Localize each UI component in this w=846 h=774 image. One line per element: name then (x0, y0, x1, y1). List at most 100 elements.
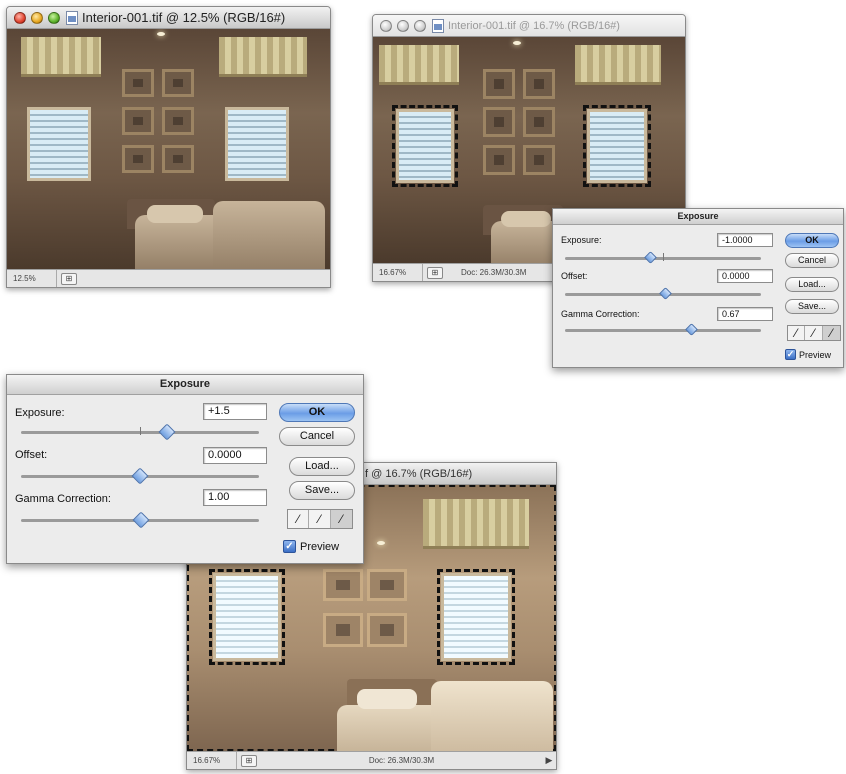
picture-frame (523, 107, 555, 137)
cancel-button[interactable]: Cancel (785, 253, 839, 268)
window-controls (380, 19, 426, 32)
dialog-title: Exposure (553, 209, 843, 225)
close-button-icon[interactable] (14, 11, 26, 24)
window-blind (379, 45, 459, 85)
close-button-icon[interactable] (380, 19, 392, 32)
pillow (501, 211, 551, 227)
zoom-button-icon[interactable] (48, 11, 60, 24)
exposure-field[interactable]: +1.5 (203, 403, 267, 420)
picture-frame (367, 613, 407, 647)
offset-label: Offset: (561, 271, 588, 281)
picture-frame (483, 69, 515, 99)
window-title: Interior-001.tif @ 12.5% (RGB/16#) (82, 10, 286, 25)
titlebar[interactable]: Interior-001.tif @ 16.7% (RGB/16#) (373, 15, 685, 37)
status-menu-icon[interactable]: ⊞ (61, 272, 77, 285)
zoom-level[interactable]: 12.5% (7, 270, 57, 287)
gamma-field[interactable]: 1.00 (203, 489, 267, 506)
minimize-button-icon[interactable] (397, 19, 409, 32)
status-bar: 16.67% ⊞ Doc: 26.3M/30.3M ▶ (187, 751, 556, 769)
room-window-left (27, 107, 91, 181)
document-proxy-icon[interactable] (432, 18, 444, 33)
gamma-label: Gamma Correction: (561, 309, 640, 319)
picture-frame (323, 613, 363, 647)
document-window-small[interactable]: Interior-001.tif @ 12.5% (RGB/16#) 12.5%… (6, 6, 331, 288)
window-blind (21, 37, 101, 77)
titlebar[interactable]: Interior-001.tif @ 12.5% (RGB/16#) (7, 7, 330, 29)
window-blind (423, 499, 529, 549)
exposure-label: Exposure: (15, 407, 65, 419)
preview-checkbox[interactable]: ✓ (785, 349, 796, 360)
exposure-dialog-left[interactable]: Exposure Exposure: +1.5 Offset: 0.0000 G… (6, 374, 364, 564)
window-controls (14, 11, 60, 24)
picture-frame (523, 145, 555, 175)
picture-frame (367, 569, 407, 601)
bed-left (135, 215, 225, 269)
picture-frame (122, 69, 154, 97)
ceiling-light (513, 41, 521, 45)
document-proxy-icon[interactable] (66, 10, 78, 25)
eyedropper-gray-icon[interactable]: ⁄ (309, 510, 331, 528)
picture-frame (323, 569, 363, 601)
selected-window-right (583, 105, 651, 187)
offset-slider-thumb[interactable] (131, 467, 149, 485)
preview-label: Preview (300, 541, 340, 553)
picture-frame (523, 69, 555, 99)
dialog-title: Exposure (7, 375, 363, 395)
picture-frame (483, 145, 515, 175)
eyedropper-white-icon[interactable]: ⁄ (822, 326, 840, 340)
offset-label: Offset: (15, 449, 48, 461)
ok-button[interactable]: OK (785, 233, 839, 248)
document-canvas[interactable] (7, 29, 330, 269)
status-menu-icon[interactable]: ⊞ (427, 266, 443, 279)
selected-window-left (392, 105, 458, 187)
exposure-slider-thumb[interactable] (158, 423, 176, 441)
save-button[interactable]: Save... (785, 299, 839, 314)
status-menu-icon[interactable]: ⊞ (241, 754, 257, 767)
gamma-slider-thumb[interactable] (132, 511, 150, 529)
load-button[interactable]: Load... (785, 277, 839, 292)
eyedropper-gray-icon[interactable]: ⁄ (805, 326, 823, 340)
window-title: Interior-001.tif @ 16.7% (RGB/16#) (448, 19, 620, 32)
gamma-slider-track[interactable] (565, 329, 761, 332)
picture-frame (162, 145, 194, 173)
status-bar: 12.5% ⊞ (7, 269, 330, 287)
exposure-slider-center-tick (140, 427, 141, 435)
eyedropper-black-icon[interactable]: ⁄ (288, 510, 310, 528)
picture-frame (162, 107, 194, 135)
ok-button[interactable]: OK (279, 403, 355, 422)
minimize-button-icon[interactable] (31, 11, 43, 24)
load-button[interactable]: Load... (289, 457, 355, 476)
cancel-button[interactable]: Cancel (279, 427, 355, 446)
document-size-info: Doc: 26.3M/30.3M (368, 756, 435, 765)
window-title: f @ 16.7% (RGB/16#) (365, 467, 473, 480)
exposure-slider-thumb[interactable] (644, 251, 657, 264)
status-popup-arrow-icon[interactable]: ▶ (542, 755, 556, 766)
save-button[interactable]: Save... (289, 481, 355, 500)
offset-field[interactable]: 0.0000 (203, 447, 267, 464)
gamma-label: Gamma Correction: (15, 493, 111, 505)
picture-frame (483, 107, 515, 137)
exposure-slider-center-tick (663, 253, 664, 261)
eyedropper-group: ⁄ ⁄ ⁄ (787, 325, 841, 341)
eyedropper-white-icon[interactable]: ⁄ (330, 510, 352, 528)
zoom-button-icon[interactable] (414, 19, 426, 32)
pillow (147, 205, 203, 223)
zoom-level[interactable]: 16.67% (373, 264, 423, 281)
window-blind (575, 45, 661, 85)
gamma-slider-thumb[interactable] (685, 323, 698, 336)
selected-window-right (437, 569, 515, 665)
eyedropper-black-icon[interactable]: ⁄ (788, 326, 806, 340)
wall-light (377, 541, 385, 545)
picture-frame (162, 69, 194, 97)
offset-field[interactable]: 0.0000 (717, 269, 773, 283)
gamma-field[interactable]: 0.67 (717, 307, 773, 321)
exposure-dialog-right[interactable]: Exposure Exposure: -1.0000 Offset: 0.000… (552, 208, 844, 368)
exposure-field[interactable]: -1.0000 (717, 233, 773, 247)
offset-slider-thumb[interactable] (659, 287, 672, 300)
bed-right (213, 201, 325, 269)
window-blind (219, 37, 307, 77)
zoom-level[interactable]: 16.67% (187, 752, 237, 769)
preview-checkbox[interactable]: ✓ (283, 540, 296, 553)
ceiling-light (157, 32, 165, 36)
picture-frame (122, 107, 154, 135)
